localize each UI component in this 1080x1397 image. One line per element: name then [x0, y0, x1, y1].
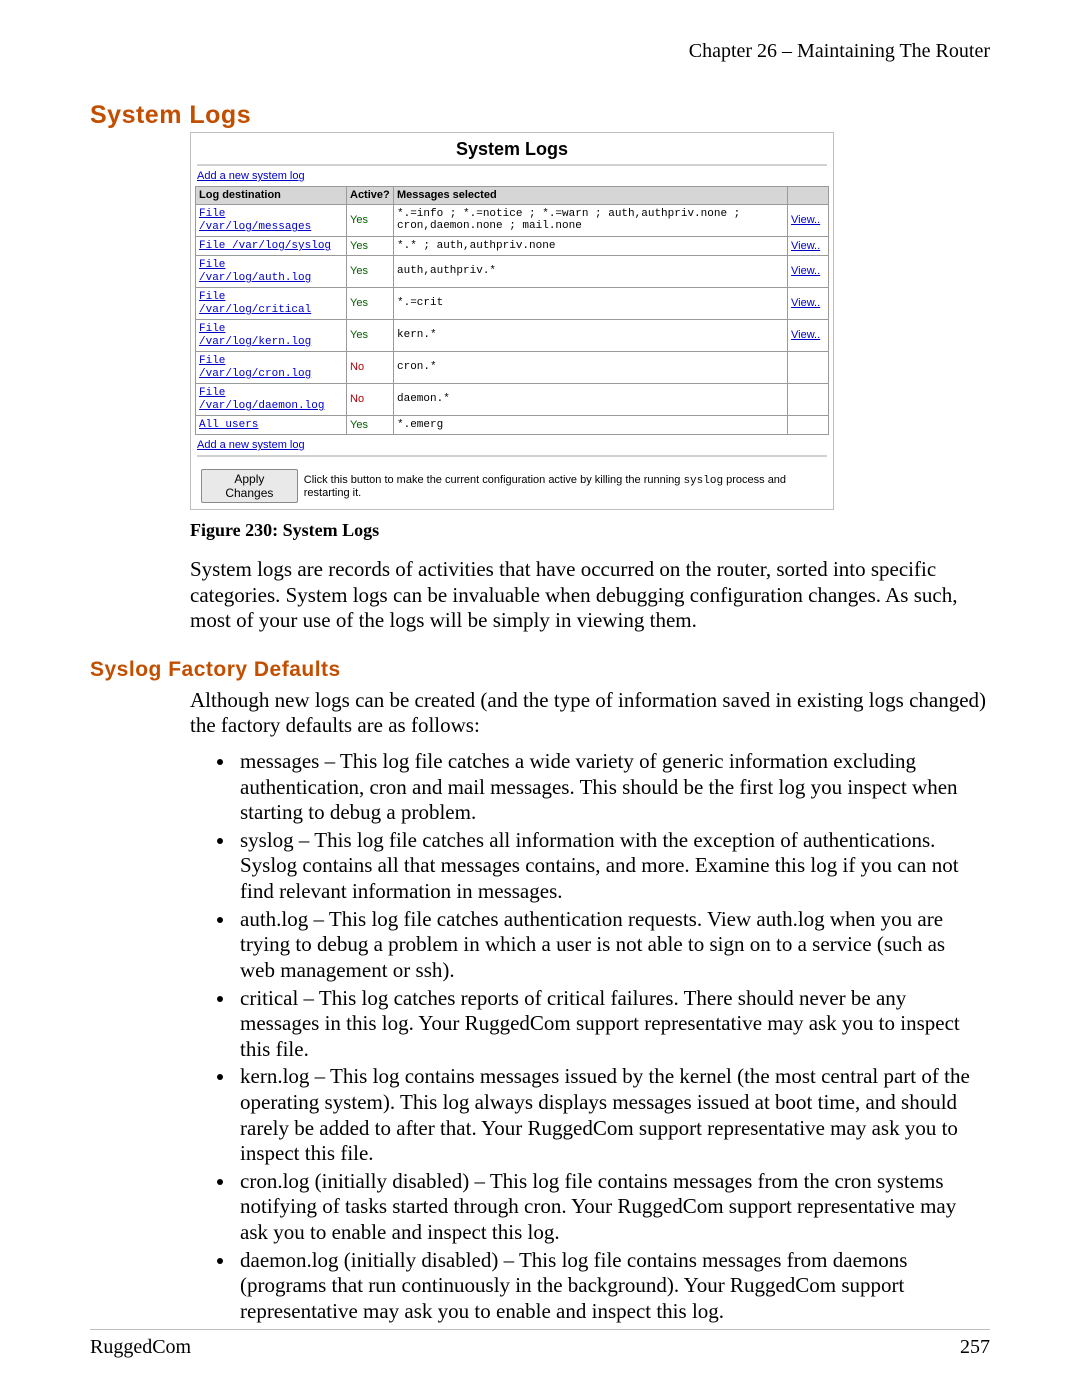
heading-syslog-factory-defaults: Syslog Factory Defaults — [90, 658, 990, 682]
active-cell: Yes — [347, 256, 394, 288]
col-view — [788, 187, 829, 205]
messages-cell: daemon.* — [394, 384, 788, 416]
paragraph-defaults-intro: Although new logs can be created (and th… — [190, 688, 990, 739]
log-destination-link[interactable]: File /var/log/critical — [199, 291, 311, 316]
table-row: File /var/log/critical Yes*.=critView.. — [196, 288, 829, 320]
view-link[interactable]: View.. — [791, 240, 820, 252]
log-destination-link[interactable]: File /var/log/kern.log — [199, 323, 311, 348]
view-link[interactable]: View.. — [791, 214, 820, 226]
divider — [197, 164, 827, 166]
messages-cell: *.* ; auth,authpriv.none — [394, 237, 788, 256]
list-item: critical – This log catches reports of c… — [236, 986, 984, 1063]
page: Chapter 26 – Maintaining The Router Syst… — [0, 0, 1080, 1397]
list-item: auth.log – This log file catches authent… — [236, 907, 984, 984]
view-link[interactable]: View.. — [791, 265, 820, 277]
messages-cell: *.=info ; *.=notice ; *.=warn ; auth,aut… — [394, 205, 788, 237]
log-destination-link[interactable]: File /var/log/syslog — [199, 240, 331, 252]
list-item: syslog – This log file catches all infor… — [236, 828, 984, 905]
list-item: daemon.log (initially disabled) – This l… — [236, 1248, 984, 1325]
figure-caption: Figure 230: System Logs — [190, 520, 990, 541]
log-destination-link[interactable]: File /var/log/auth.log — [199, 259, 311, 284]
messages-cell: *.=crit — [394, 288, 788, 320]
view-cell — [788, 384, 829, 416]
view-link[interactable]: View.. — [791, 329, 820, 341]
col-log-destination: Log destination — [196, 187, 347, 205]
col-active: Active? — [347, 187, 394, 205]
list-item: messages – This log file catches a wide … — [236, 749, 984, 826]
view-cell — [788, 416, 829, 435]
chapter-title: Chapter 26 – Maintaining The Router — [90, 40, 990, 63]
screenshot-title: System Logs — [191, 133, 833, 164]
active-cell: No — [347, 352, 394, 384]
log-destination-link[interactable]: File /var/log/messages — [199, 208, 311, 233]
defaults-list: messages – This log file catches a wide … — [218, 749, 984, 1324]
active-cell: Yes — [347, 416, 394, 435]
page-footer: RuggedCom 257 — [90, 1329, 990, 1359]
col-messages-selected: Messages selected — [394, 187, 788, 205]
heading-system-logs: System Logs — [90, 101, 990, 130]
add-new-system-log-link-bottom[interactable]: Add a new system log — [191, 437, 305, 455]
active-cell: Yes — [347, 205, 394, 237]
paragraph-intro: System logs are records of activities th… — [190, 557, 990, 634]
log-destination-link[interactable]: File /var/log/daemon.log — [199, 387, 324, 412]
active-cell: Yes — [347, 288, 394, 320]
table-row: File /var/log/syslog Yes*.* ; auth,authpr… — [196, 237, 829, 256]
apply-text-before: Click this button to make the current co… — [304, 474, 684, 486]
active-cell: Yes — [347, 320, 394, 352]
divider — [197, 455, 827, 457]
apply-text-mono: syslog — [683, 475, 723, 487]
messages-cell: kern.* — [394, 320, 788, 352]
apply-changes-text: Click this button to make the current co… — [304, 474, 829, 499]
messages-cell: cron.* — [394, 352, 788, 384]
view-cell[interactable]: View.. — [788, 237, 829, 256]
table-row: File /var/log/auth.log Yesauth,authpriv.*… — [196, 256, 829, 288]
list-item: cron.log (initially disabled) – This log… — [236, 1169, 984, 1246]
table-row: File /var/log/kern.log Yeskern.*View.. — [196, 320, 829, 352]
view-cell[interactable]: View.. — [788, 320, 829, 352]
view-cell[interactable]: View.. — [788, 205, 829, 237]
log-destination-link[interactable]: File /var/log/cron.log — [199, 355, 311, 380]
table-row: File /var/log/messages Yes*.=info ; *.=no… — [196, 205, 829, 237]
logs-table: Log destination Active? Messages selecte… — [195, 186, 829, 435]
table-row: File /var/log/daemon.log Nodaemon.* — [196, 384, 829, 416]
footer-left: RuggedCom — [90, 1336, 191, 1359]
view-link[interactable]: View.. — [791, 297, 820, 309]
apply-changes-row: Apply Changes Click this button to make … — [201, 469, 829, 503]
messages-cell: *.emerg — [394, 416, 788, 435]
active-cell: Yes — [347, 237, 394, 256]
table-row: All users Yes*.emerg — [196, 416, 829, 435]
view-cell — [788, 352, 829, 384]
footer-page-number: 257 — [960, 1336, 990, 1359]
messages-cell: auth,authpriv.* — [394, 256, 788, 288]
screenshot-system-logs: System Logs Add a new system log Log des… — [190, 132, 834, 510]
view-cell[interactable]: View.. — [788, 288, 829, 320]
active-cell: No — [347, 384, 394, 416]
log-destination-link[interactable]: All users — [199, 419, 258, 431]
list-item: kern.log – This log contains messages is… — [236, 1064, 984, 1166]
apply-changes-button[interactable]: Apply Changes — [201, 469, 298, 503]
table-row: File /var/log/cron.log Nocron.* — [196, 352, 829, 384]
view-cell[interactable]: View.. — [788, 256, 829, 288]
add-new-system-log-link-top[interactable]: Add a new system log — [191, 168, 305, 186]
